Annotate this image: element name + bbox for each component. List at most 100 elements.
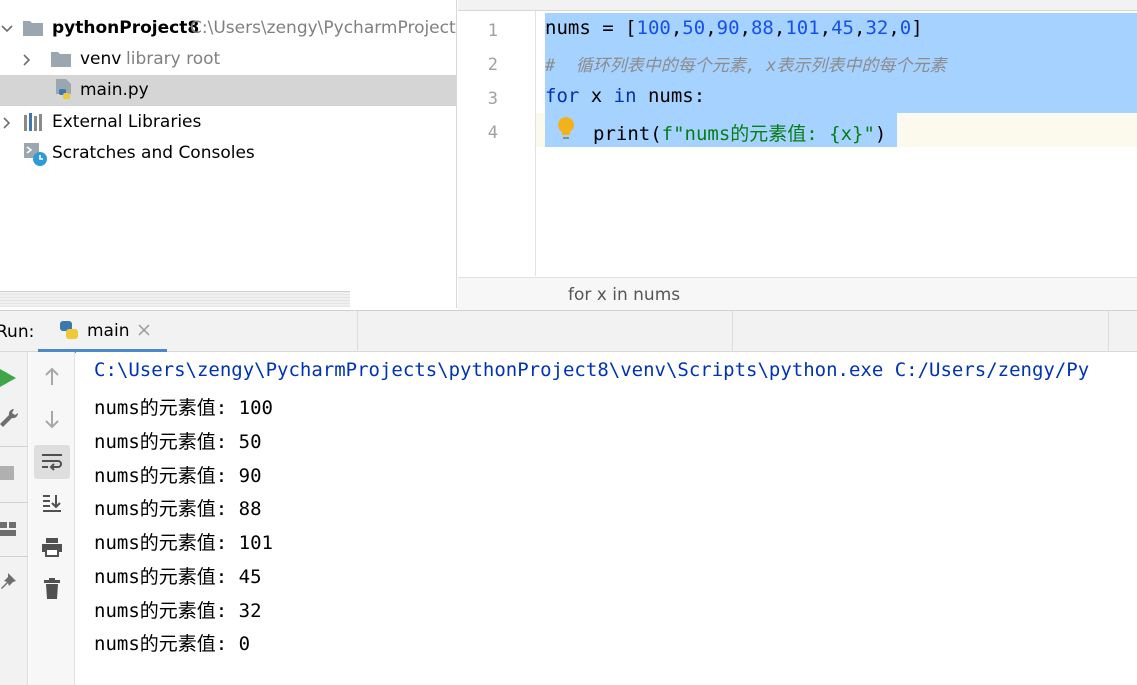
scratches-icon [24, 143, 47, 166]
scroll-down-button[interactable] [34, 402, 70, 436]
tree-item-external-libraries[interactable]: External Libraries [0, 107, 456, 138]
tree-item-label: main.py [80, 80, 149, 100]
code-token: 90 [716, 17, 740, 39]
header-divider [357, 311, 358, 353]
code-token: 100 [636, 17, 671, 39]
tree-item-label: venv [80, 49, 122, 69]
line-number: 3 [487, 89, 498, 109]
header-divider [1108, 311, 1109, 353]
clear-all-button[interactable] [34, 572, 70, 606]
run-tool-window-header: Run: main [0, 310, 1137, 353]
tree-item-scratches[interactable]: Scratches and Consoles [0, 138, 456, 169]
chevron-down-icon[interactable] [0, 22, 14, 36]
code-line-3[interactable]: for x in nums: [545, 85, 705, 107]
stop-icon[interactable] [0, 462, 20, 486]
run-tab-label: main [87, 321, 130, 341]
line-number: 2 [487, 55, 498, 75]
tree-item-venv[interactable]: venv library root [0, 44, 456, 75]
code-token: , [773, 17, 786, 39]
console-toolbar [29, 352, 75, 685]
code-token: for [545, 85, 580, 107]
project-tool-window: pythonProject8 C:\Users\zengy\PycharmPro… [0, 0, 457, 308]
code-token: print( [593, 123, 662, 145]
code-token: 88 [750, 17, 774, 39]
tree-item-label: Scratches and Consoles [52, 143, 255, 163]
tree-item-note: library root [126, 49, 221, 69]
breadcrumb-bar: for x in nums [458, 277, 1137, 310]
run-icon[interactable] [0, 366, 20, 390]
arrow-up-icon [45, 367, 59, 385]
scroll-up-button[interactable] [34, 360, 70, 394]
code-token: in [613, 85, 637, 107]
horizontal-scrollbar[interactable] [0, 291, 350, 307]
divider [0, 556, 28, 557]
code-token: 32 [865, 17, 889, 39]
tree-item-main-py[interactable]: main.py [0, 75, 456, 106]
intention-bulb-icon[interactable] [557, 116, 575, 142]
chevron-right-icon[interactable] [0, 116, 14, 130]
console-output-line: nums的元素值: 50 [94, 431, 262, 453]
run-label: Run: [0, 322, 35, 342]
soft-wrap-icon [42, 454, 62, 471]
code-token: ) [874, 123, 887, 145]
code-token: , [854, 17, 866, 39]
scroll-to-end-button[interactable] [34, 486, 70, 520]
code-token: 50 [682, 17, 706, 39]
code-token: , [670, 17, 683, 39]
code-line-1[interactable]: nums = [100,50,90,88,101,45,32,0] [545, 17, 923, 39]
pin-icon[interactable] [0, 570, 20, 594]
trash-icon [44, 578, 60, 599]
code-token: 101 [785, 17, 820, 39]
print-icon [42, 538, 62, 557]
chevron-right-icon[interactable] [20, 53, 34, 67]
line-number: 1 [487, 21, 498, 41]
editor-tab-strip [458, 0, 1137, 11]
code-token: x [579, 85, 614, 107]
console-output-line: nums的元素值: 88 [94, 498, 262, 520]
tree-root-project[interactable]: pythonProject8 C:\Users\zengy\PycharmPro… [0, 13, 457, 44]
arrow-down-icon [45, 411, 59, 429]
code-token: , [705, 17, 717, 39]
console-output-line: nums的元素值: 45 [94, 566, 262, 588]
divider [0, 446, 28, 447]
folder-icon [51, 52, 71, 67]
run-side-toolbar [0, 352, 28, 685]
console-output-line: nums的元素值: 32 [94, 600, 262, 622]
console-output-line: nums的元素值: 90 [94, 465, 262, 487]
breadcrumb[interactable]: for x in nums [568, 285, 680, 305]
code-token: , [888, 17, 900, 39]
console-output-line: nums的元素值: 101 [94, 532, 273, 554]
console-output[interactable]: C:\Users\zengy\PycharmProjects\pythonPro… [76, 352, 1137, 685]
console-command-line: C:\Users\zengy\PycharmProjects\pythonPro… [94, 359, 1090, 381]
header-divider [732, 311, 733, 353]
folder-icon [23, 21, 43, 36]
code-token: f"nums的元素值: {x}" [661, 123, 875, 145]
code-token: , [739, 17, 751, 39]
close-icon[interactable] [137, 323, 151, 337]
python-icon [60, 321, 78, 339]
code-line-4[interactable]: print(f"nums的元素值: {x}") [593, 119, 886, 146]
editor-gutter: 1 2 3 4 [458, 11, 536, 276]
print-button[interactable] [34, 530, 70, 564]
code-token: ] [911, 17, 923, 39]
line-number: 4 [487, 123, 498, 143]
code-line-2[interactable]: # 循环列表中的每个元素, x表示列表中的每个元素 [545, 51, 946, 76]
project-toolbar-stub [0, 0, 456, 2]
code-editor[interactable]: 1 2 3 4 nums = [100,50,90,88,101,45,32,0… [458, 0, 1137, 310]
library-icon [24, 113, 42, 131]
project-name: pythonProject8 [52, 18, 200, 38]
code-token: 45 [831, 17, 854, 39]
console-output-line: nums的元素值: 100 [94, 397, 273, 419]
divider [0, 502, 28, 503]
code-token: 0 [899, 17, 912, 39]
console-output-line: nums的元素值: 0 [94, 633, 251, 655]
wrench-icon[interactable] [0, 406, 20, 430]
code-token: nums = [ [545, 17, 637, 39]
code-token: , [819, 17, 832, 39]
soft-wrap-button[interactable] [34, 445, 70, 479]
scroll-to-end-icon [43, 495, 61, 512]
layout-icon[interactable] [0, 518, 20, 542]
tree-item-label: External Libraries [52, 112, 202, 132]
code-token: nums: [636, 85, 706, 107]
project-path: C:\Users\zengy\PycharmProjects\ [190, 18, 457, 38]
